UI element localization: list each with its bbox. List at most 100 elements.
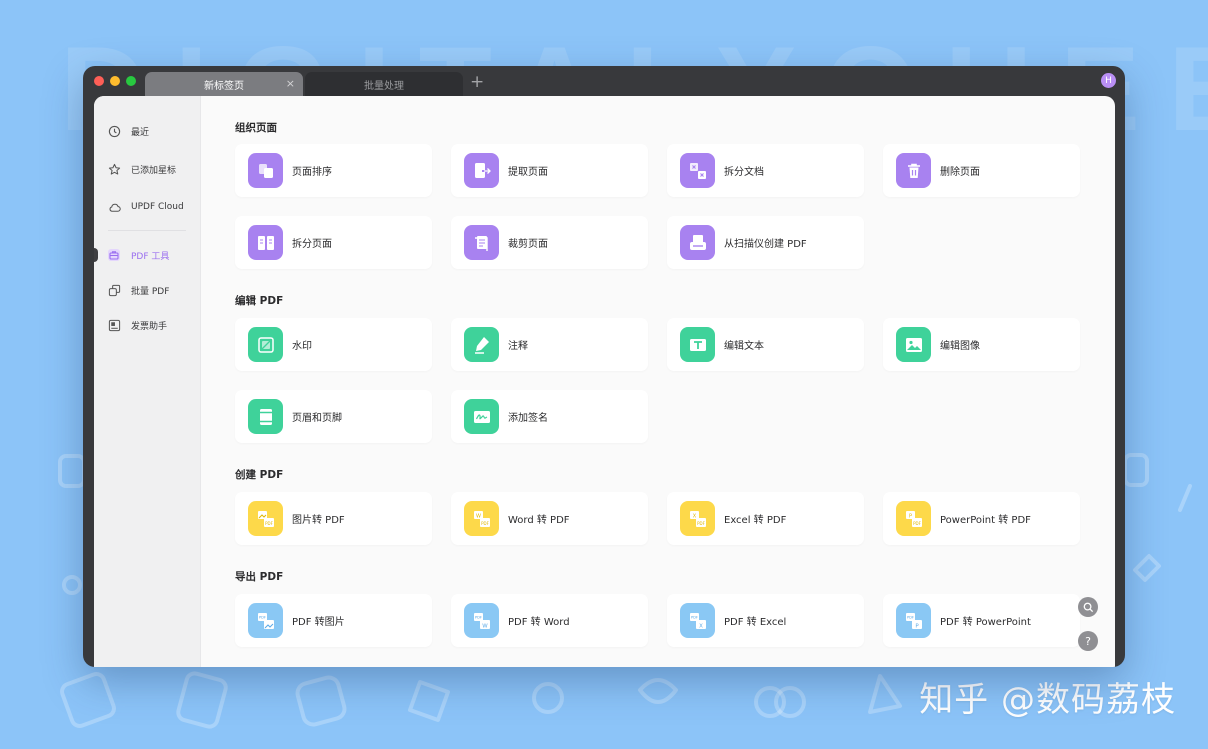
cloud-icon bbox=[107, 200, 121, 214]
sidebar-item-starred[interactable]: 已添加星标 bbox=[107, 158, 176, 180]
signature-icon bbox=[464, 399, 499, 434]
tool-card-create-from-scanner[interactable]: 从扫描仪创建 PDF bbox=[667, 216, 864, 269]
close-window-button[interactable] bbox=[94, 76, 104, 86]
image-to-pdf-icon: PDF bbox=[248, 501, 283, 536]
minimize-window-button[interactable] bbox=[110, 76, 120, 86]
svg-text:P: P bbox=[908, 513, 911, 519]
section-title-edit: 编辑 PDF bbox=[235, 295, 284, 307]
watermark-text: 知乎 @数码荔枝 bbox=[919, 680, 1176, 720]
svg-text:PDF: PDF bbox=[265, 521, 273, 526]
tool-card-reorder-pages[interactable]: 页面排序 bbox=[235, 144, 432, 197]
svg-text:X: X bbox=[692, 513, 696, 519]
tool-card-header-footer[interactable]: 页眉和页脚 bbox=[235, 390, 432, 443]
tool-card-label: Excel 转 PDF bbox=[724, 515, 787, 526]
tool-card-pdf-to-word[interactable]: PDF W PDF 转 Word bbox=[451, 594, 648, 647]
tool-card-crop-pages[interactable]: 裁剪页面 bbox=[451, 216, 648, 269]
sidebar-item-label: PDF 工具 bbox=[131, 251, 170, 262]
extract-pages-icon bbox=[464, 153, 499, 188]
svg-text:PDF: PDF bbox=[690, 615, 697, 619]
avatar[interactable]: H bbox=[1101, 73, 1116, 88]
header-footer-icon bbox=[248, 399, 283, 434]
svg-text:PDF: PDF bbox=[906, 615, 913, 619]
tool-card-edit-text[interactable]: 编辑文本 bbox=[667, 318, 864, 371]
tool-card-label: PDF 转 PowerPoint bbox=[940, 617, 1031, 628]
sidebar-item-label: 批量 PDF bbox=[131, 286, 170, 297]
tool-card-add-signature[interactable]: 添加签名 bbox=[451, 390, 648, 443]
annotate-icon bbox=[464, 327, 499, 362]
batch-icon bbox=[107, 283, 121, 297]
search-button[interactable] bbox=[1078, 597, 1098, 617]
add-tab-icon[interactable]: + bbox=[470, 73, 484, 91]
tool-card-label: 从扫描仪创建 PDF bbox=[724, 239, 807, 250]
tool-card-label: 图片转 PDF bbox=[292, 515, 345, 526]
word-to-pdf-icon: W PDF bbox=[464, 501, 499, 536]
sidebar-item-label: 发票助手 bbox=[131, 321, 168, 332]
tool-card-extract-pages[interactable]: 提取页面 bbox=[451, 144, 648, 197]
app-window: 新标签页 × 批量处理 + H 最近 已添加星标 UPDF Cloud PDF … bbox=[83, 66, 1125, 667]
tool-card-label: 页面排序 bbox=[292, 167, 332, 178]
svg-text:PDF: PDF bbox=[913, 521, 921, 526]
trash-icon bbox=[896, 153, 931, 188]
tool-card-pdf-to-excel[interactable]: PDF X PDF 转 Excel bbox=[667, 594, 864, 647]
sidebar-item-invoice[interactable]: 发票助手 bbox=[107, 314, 167, 336]
tool-card-delete-pages[interactable]: 删除页面 bbox=[883, 144, 1080, 197]
svg-text:PDF: PDF bbox=[481, 521, 489, 526]
section-title-organize: 组织页面 bbox=[235, 122, 277, 134]
zoom-window-button[interactable] bbox=[126, 76, 136, 86]
clock-icon bbox=[107, 124, 121, 138]
close-icon[interactable]: × bbox=[286, 77, 295, 90]
tool-card-word-to-pdf[interactable]: W PDF Word 转 PDF bbox=[451, 492, 648, 545]
tools-panel: 组织页面 页面排序 提取页面 拆分文档 删除页面 拆分页面 裁剪页面 从扫描仪创… bbox=[201, 96, 1115, 667]
sidebar-item-label: 最近 bbox=[131, 127, 150, 138]
svg-text:PDF: PDF bbox=[697, 521, 705, 526]
sidebar-item-pdf-tools[interactable]: PDF 工具 bbox=[107, 244, 169, 266]
tab-label: 批量处理 bbox=[364, 80, 404, 92]
tool-card-split-pages[interactable]: 拆分页面 bbox=[235, 216, 432, 269]
tool-card-pdf-to-image[interactable]: PDF PDF 转图片 bbox=[235, 594, 432, 647]
watermark-icon bbox=[248, 327, 283, 362]
tool-card-image-to-pdf[interactable]: PDF 图片转 PDF bbox=[235, 492, 432, 545]
svg-text:PDF: PDF bbox=[474, 615, 481, 619]
help-button[interactable]: ? bbox=[1078, 631, 1098, 651]
pdf-to-image-icon: PDF bbox=[248, 603, 283, 638]
tool-card-label: 添加签名 bbox=[508, 413, 548, 424]
tab-new-tab[interactable]: 新标签页 × bbox=[145, 72, 303, 96]
tool-card-watermark[interactable]: 水印 bbox=[235, 318, 432, 371]
tool-card-label: 拆分页面 bbox=[292, 239, 332, 250]
sidebar-item-batch-pdf[interactable]: 批量 PDF bbox=[107, 279, 169, 301]
tool-card-label: 删除页面 bbox=[940, 167, 980, 178]
powerpoint-to-pdf-icon: P PDF bbox=[896, 501, 931, 536]
tab-batch-process[interactable]: 批量处理 bbox=[305, 72, 463, 96]
tool-card-label: 提取页面 bbox=[508, 167, 548, 178]
sidebar-item-label: UPDF Cloud bbox=[131, 202, 184, 212]
sidebar: 最近 已添加星标 UPDF Cloud PDF 工具 批量 PDF 发票助手 bbox=[94, 96, 201, 667]
sidebar-item-recent[interactable]: 最近 bbox=[107, 120, 149, 142]
tool-card-label: 编辑文本 bbox=[724, 341, 764, 352]
scanner-icon bbox=[680, 225, 715, 260]
content-area: 最近 已添加星标 UPDF Cloud PDF 工具 批量 PDF 发票助手 组… bbox=[94, 96, 1115, 667]
sidebar-item-updf-cloud[interactable]: UPDF Cloud bbox=[107, 196, 184, 218]
reorder-pages-icon bbox=[248, 153, 283, 188]
sidebar-collapse-handle[interactable] bbox=[94, 248, 98, 262]
tool-card-label: 页眉和页脚 bbox=[292, 413, 342, 424]
split-document-icon bbox=[680, 153, 715, 188]
tool-card-annotate[interactable]: 注释 bbox=[451, 318, 648, 371]
tool-card-label: 拆分文档 bbox=[724, 167, 764, 178]
tool-card-edit-image[interactable]: 编辑图像 bbox=[883, 318, 1080, 371]
tool-card-label: PDF 转 Word bbox=[508, 617, 570, 628]
tool-card-label: PDF 转图片 bbox=[292, 617, 345, 628]
toolbox-icon bbox=[107, 248, 121, 262]
excel-to-pdf-icon: X PDF bbox=[680, 501, 715, 536]
tool-card-powerpoint-to-pdf[interactable]: P PDF PowerPoint 转 PDF bbox=[883, 492, 1080, 545]
search-icon bbox=[1083, 602, 1093, 612]
svg-text:X: X bbox=[699, 623, 703, 629]
pdf-to-excel-icon: PDF X bbox=[680, 603, 715, 638]
tool-card-label: PowerPoint 转 PDF bbox=[940, 515, 1031, 526]
tool-card-split-document[interactable]: 拆分文档 bbox=[667, 144, 864, 197]
tool-card-pdf-to-powerpoint[interactable]: PDF P PDF 转 PowerPoint bbox=[883, 594, 1080, 647]
tool-card-excel-to-pdf[interactable]: X PDF Excel 转 PDF bbox=[667, 492, 864, 545]
tab-label: 新标签页 bbox=[204, 80, 244, 92]
tool-card-label: 注释 bbox=[508, 341, 528, 352]
invoice-icon bbox=[107, 318, 121, 332]
pdf-to-powerpoint-icon: PDF P bbox=[896, 603, 931, 638]
